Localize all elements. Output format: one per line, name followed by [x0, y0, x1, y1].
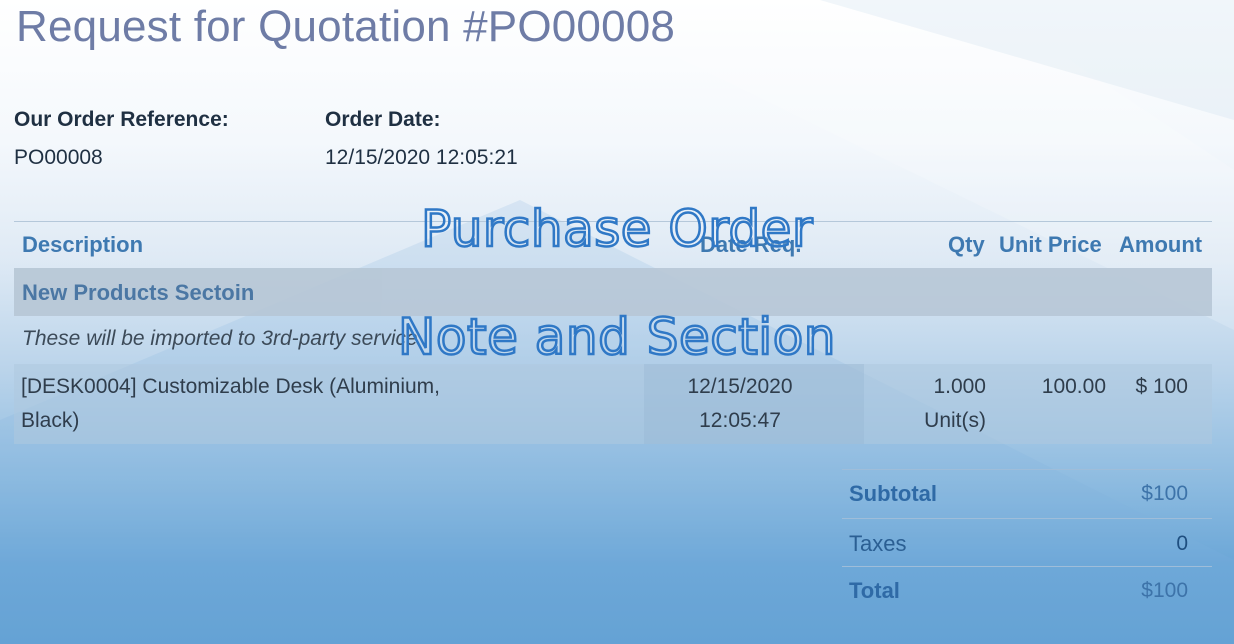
totals-top-divider — [842, 469, 1212, 470]
total-value: $100 — [1141, 579, 1188, 602]
line-qty-1: 1.000 — [933, 375, 986, 398]
line-description: [DESK0004] Customizable Desk (Aluminium,… — [21, 370, 440, 438]
line-amount: $ 100 — [1135, 375, 1188, 398]
overlay-title-line-1: Purchase Order — [420, 199, 814, 260]
line-qty-2: Unit(s) — [924, 409, 986, 432]
table-row: [DESK0004] Customizable Desk (Aluminium,… — [14, 364, 1212, 444]
line-date-required: 12/15/2020 12:05:47 — [650, 370, 830, 438]
line-quantity: 1.000 Unit(s) — [894, 370, 986, 438]
subtotal-divider — [842, 518, 1212, 519]
line-description-2: Black) — [21, 409, 80, 432]
subtotal-value: $100 — [1141, 482, 1188, 505]
order-date-label: Order Date: — [325, 108, 441, 131]
order-date-value: 12/15/2020 12:05:21 — [325, 146, 518, 169]
page-title: Request for Quotation #PO00008 — [16, 2, 676, 51]
subtotal-label: Subtotal — [849, 481, 937, 506]
line-description-1: [DESK0004] Customizable Desk (Aluminium, — [21, 375, 440, 398]
taxes-label: Taxes — [849, 531, 907, 556]
overlay-title-line-2: Note and Section — [397, 307, 837, 368]
order-reference-value: PO00008 — [14, 146, 103, 169]
line-date-2: 12:05:47 — [699, 409, 781, 432]
taxes-divider — [842, 566, 1212, 567]
line-date-1: 12/15/2020 — [687, 375, 793, 398]
line-unit-price: 100.00 — [1041, 375, 1106, 398]
taxes-value: 0 — [1176, 532, 1188, 555]
order-reference-label: Our Order Reference: — [14, 108, 229, 131]
section-label: New Products Sectoin — [22, 280, 255, 305]
total-label: Total — [849, 578, 900, 603]
